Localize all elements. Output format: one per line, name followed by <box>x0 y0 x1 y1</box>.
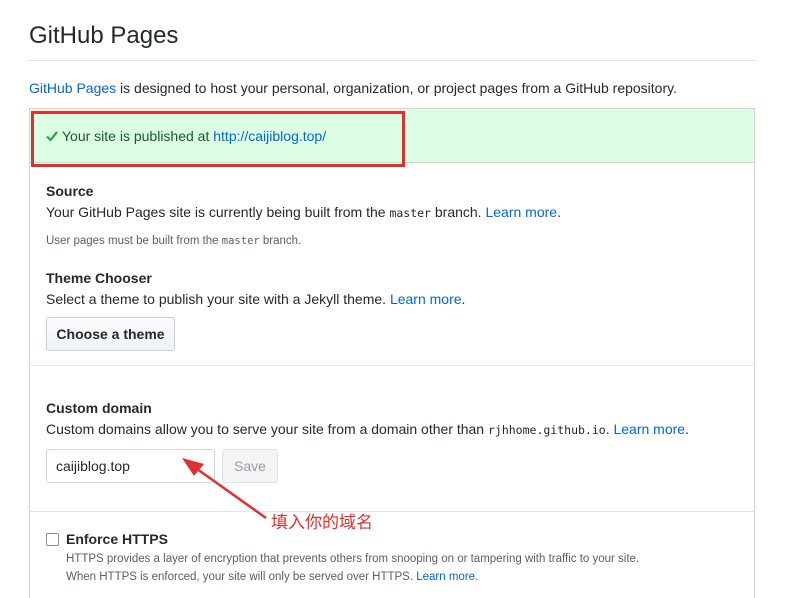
custom-domain-description: Custom domains allow you to serve your s… <box>46 421 689 437</box>
branch-name: master <box>389 206 431 220</box>
choose-theme-button[interactable]: Choose a theme <box>46 317 175 351</box>
theme-learn-more-link[interactable]: Learn more <box>390 291 462 307</box>
https-description-line1: HTTPS provides a layer of encryption tha… <box>66 553 640 565</box>
annotation-arrow <box>182 458 267 520</box>
default-domain: rjhhome.github.io <box>487 423 606 437</box>
https-description-line2: When HTTPS is enforced, your site will o… <box>66 571 479 583</box>
note-branch-name: master <box>221 235 260 247</box>
theme-description: Select a theme to publish your site with… <box>46 291 466 307</box>
title-divider <box>28 60 756 61</box>
theme-text: Select a theme to publish your site with… <box>46 291 390 307</box>
pages-settings-box: Your site is published at http://caijibl… <box>29 108 755 598</box>
https-learn-more-link[interactable]: Learn more <box>416 571 475 583</box>
annotation-text: 填入你的域名 <box>271 513 373 533</box>
theme-chooser-label: Theme Chooser <box>46 270 152 286</box>
source-note-after: branch. <box>259 235 302 247</box>
source-label: Source <box>46 183 94 199</box>
published-text: Your site is published at <box>62 128 210 144</box>
source-description: Your GitHub Pages site is currently bein… <box>46 204 561 220</box>
intro-text: is designed to host your personal, organ… <box>116 80 677 96</box>
page-title: GitHub Pages <box>29 22 179 49</box>
section-divider <box>30 511 754 512</box>
source-text: Your GitHub Pages site is currently bein… <box>46 204 390 220</box>
check-icon <box>45 129 59 143</box>
source-note: User pages must be built from the master… <box>46 235 301 247</box>
enforce-https-checkbox[interactable] <box>46 533 59 546</box>
source-note-text: User pages must be built from the <box>46 235 222 247</box>
published-flash: Your site is published at http://caijibl… <box>30 109 754 163</box>
https-text: When HTTPS is enforced, your site will o… <box>66 571 417 583</box>
source-text-after: branch. <box>430 204 486 220</box>
custom-domain-learn-more-link[interactable]: Learn more <box>613 421 685 437</box>
custom-domain-label: Custom domain <box>46 400 152 416</box>
enforce-https-label: Enforce HTTPS <box>66 531 168 547</box>
github-pages-link[interactable]: GitHub Pages <box>29 80 116 96</box>
section-divider <box>30 365 754 366</box>
site-url-link[interactable]: http://caijiblog.top/ <box>213 128 326 144</box>
custom-domain-text: Custom domains allow you to serve your s… <box>46 421 488 437</box>
intro-paragraph: GitHub Pages is designed to host your pe… <box>29 80 677 96</box>
published-message: Your site is published at http://caijibl… <box>45 128 326 144</box>
source-learn-more-link[interactable]: Learn more <box>485 204 557 220</box>
